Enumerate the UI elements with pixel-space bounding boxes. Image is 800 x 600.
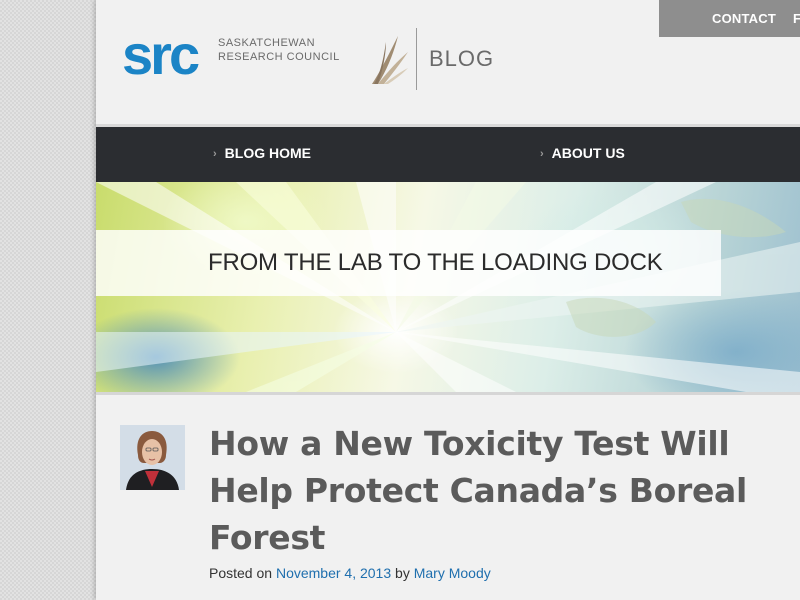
posted-on-label: Posted on (209, 565, 273, 581)
leaf-logo-icon (372, 36, 408, 84)
chevron-right-icon: › (213, 148, 217, 160)
logo-divider (416, 28, 417, 90)
post-date-link[interactable]: November 4, 2013 (276, 565, 391, 581)
nav-item-blog-home[interactable]: › BLOG HOME (213, 145, 311, 161)
site-logo[interactable]: src SASKATCHEWAN RESEARCH COUNCIL BLOG (122, 23, 493, 92)
divider (96, 392, 800, 395)
blog-section-label: BLOG (429, 46, 495, 71)
chevron-right-icon: › (540, 148, 544, 160)
src-logo-mark: src (122, 23, 200, 86)
logo-org-name-line-1: SASKATCHEWAN (218, 37, 316, 49)
author-photo-image (120, 425, 185, 490)
top-utility-bar: CONTACT FA (659, 0, 800, 37)
main-navigation: › BLOG HOME › ABOUT US (96, 124, 800, 182)
nav-item-label: ABOUT US (551, 145, 625, 161)
author-link[interactable]: Mary Moody (414, 565, 491, 581)
logo-org-name-line-2: RESEARCH COUNCIL (218, 51, 340, 63)
banner-caption-box: FROM THE LAB TO THE LOADING DOCK (96, 230, 721, 296)
contact-link[interactable]: CONTACT (712, 11, 776, 26)
by-label: by (395, 565, 410, 581)
nav-item-label: BLOG HOME (224, 145, 312, 161)
hero-banner: FROM THE LAB TO THE LOADING DOCK (96, 182, 800, 392)
topbar-link-truncated[interactable]: FA (793, 11, 800, 26)
post-meta: Posted on November 4, 2013 by Mary Moody (209, 565, 491, 581)
author-avatar[interactable] (120, 425, 185, 490)
nav-item-about-us[interactable]: › ABOUT US (540, 145, 625, 161)
page-container: CONTACT FA src SASKATCHEWAN RESEARCH COU… (96, 0, 800, 600)
banner-title: FROM THE LAB TO THE LOADING DOCK (208, 249, 663, 276)
post-title[interactable]: How a New Toxicity Test Will Help Protec… (209, 420, 789, 561)
